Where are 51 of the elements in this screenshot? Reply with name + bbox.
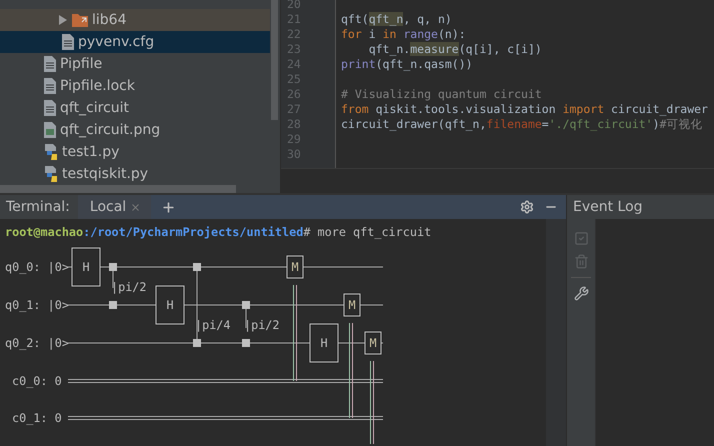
python-file-icon: [44, 144, 58, 160]
text-file-icon: [44, 56, 56, 72]
text-file-icon: [44, 78, 56, 94]
tree-item[interactable]: pyvenv.cfg: [0, 31, 270, 53]
phase-label: |pi/2: [111, 280, 147, 294]
hadamard-gate: H: [156, 286, 184, 324]
add-icon[interactable]: [160, 200, 176, 214]
code-line: for i in range(n):: [341, 27, 467, 42]
phase-label: |pi/4: [195, 318, 231, 332]
scrollbar-track[interactable]: [546, 219, 566, 446]
tree-item[interactable]: testqiskit.py: [0, 163, 270, 185]
code-line: qft(qft_n, q, n): [341, 12, 453, 27]
trash-icon[interactable]: [574, 254, 588, 269]
expand-arrow-icon[interactable]: [58, 15, 68, 25]
terminal-title: Terminal:: [0, 195, 78, 219]
wrench-icon[interactable]: [574, 286, 588, 301]
event-log-title: Event Log: [573, 199, 643, 215]
measure-gate: M: [286, 256, 304, 278]
prompt-line: root@machao:/root/PycharmProjects/untitled# more qft_circuit: [5, 224, 432, 240]
close-icon[interactable]: [130, 202, 142, 212]
tree-item[interactable]: test1.py: [0, 141, 270, 163]
settings-icon[interactable]: [520, 200, 534, 214]
tree-item[interactable]: qft_circuit: [0, 97, 270, 119]
wire-label: c0_1: 0: [12, 411, 62, 425]
wire-label: c0_0: 0: [12, 374, 62, 388]
tree-item[interactable]: lib64: [0, 9, 270, 31]
tree-item[interactable]: Pipfile.lock: [0, 75, 270, 97]
wire-label: q0_0: |0>: [5, 260, 69, 274]
terminal-tab[interactable]: Local: [78, 195, 152, 219]
code-line: # Visualizing quantum circuit: [341, 87, 543, 102]
code-line: circuit_drawer(qft_n,filename='./qft_circuit')#可视化: [341, 117, 704, 132]
mark-read-icon[interactable]: [574, 231, 588, 246]
text-file-icon: [62, 34, 74, 50]
wire-label: q0_1: |0>: [5, 298, 69, 312]
tree-item[interactable]: qft_circuit.png: [0, 119, 270, 141]
python-file-icon: [44, 166, 58, 182]
code-line: qft_n.measure(q[i], c[i]): [368, 42, 543, 57]
hadamard-gate: H: [310, 324, 338, 362]
text-file-icon: [44, 100, 56, 116]
wire-label: q0_2: |0>: [5, 336, 69, 350]
measure-gate: M: [344, 294, 360, 316]
phase-label: |pi/2: [244, 318, 280, 332]
scrollbar-thumb[interactable]: [0, 185, 236, 193]
tree-item[interactable]: Pipfile: [0, 53, 270, 75]
scrollbar-thumb[interactable]: [271, 0, 278, 120]
image-file-icon: [44, 122, 56, 138]
code-line: from qiskit.tools.visualization import circuit_drawer: [341, 102, 709, 117]
hadamard-gate: H: [72, 248, 100, 286]
folder-icon: [72, 13, 88, 27]
code-line: print(qft_n.qasm()): [341, 57, 474, 72]
measure-gate: M: [364, 332, 382, 354]
